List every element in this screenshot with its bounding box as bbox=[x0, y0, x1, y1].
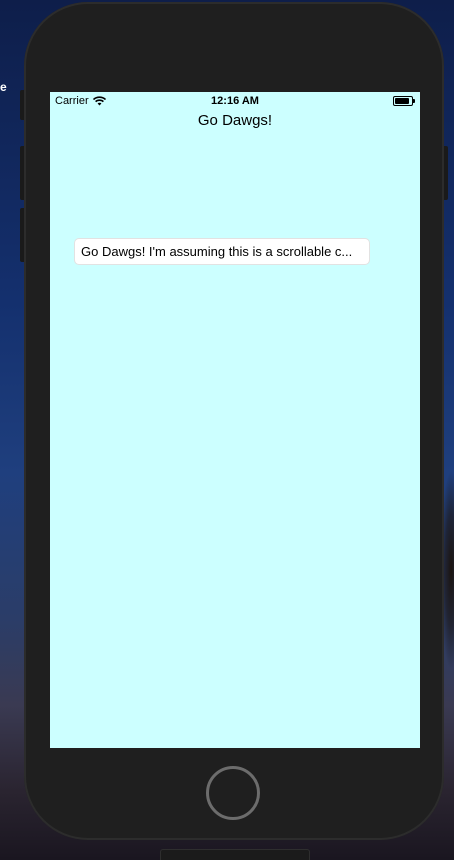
battery-icon bbox=[393, 96, 415, 106]
desktop-edge-label: e bbox=[0, 80, 7, 94]
battery-tip bbox=[413, 99, 415, 103]
status-time: 12:16 AM bbox=[211, 95, 259, 107]
dock-tab bbox=[160, 849, 310, 860]
navigation-title: Go Dawgs! bbox=[197, 112, 273, 129]
status-bar: Carrier 12:16 AM bbox=[50, 92, 420, 110]
scrollable-text-field[interactable]: Go Dawgs! I'm assuming this is a scrolla… bbox=[74, 238, 370, 265]
battery-fill bbox=[395, 98, 409, 104]
simulator-screen: Carrier 12:16 AM Go Dawgs! Go Dawgs! I'm… bbox=[50, 92, 420, 748]
home-button[interactable] bbox=[206, 766, 260, 820]
